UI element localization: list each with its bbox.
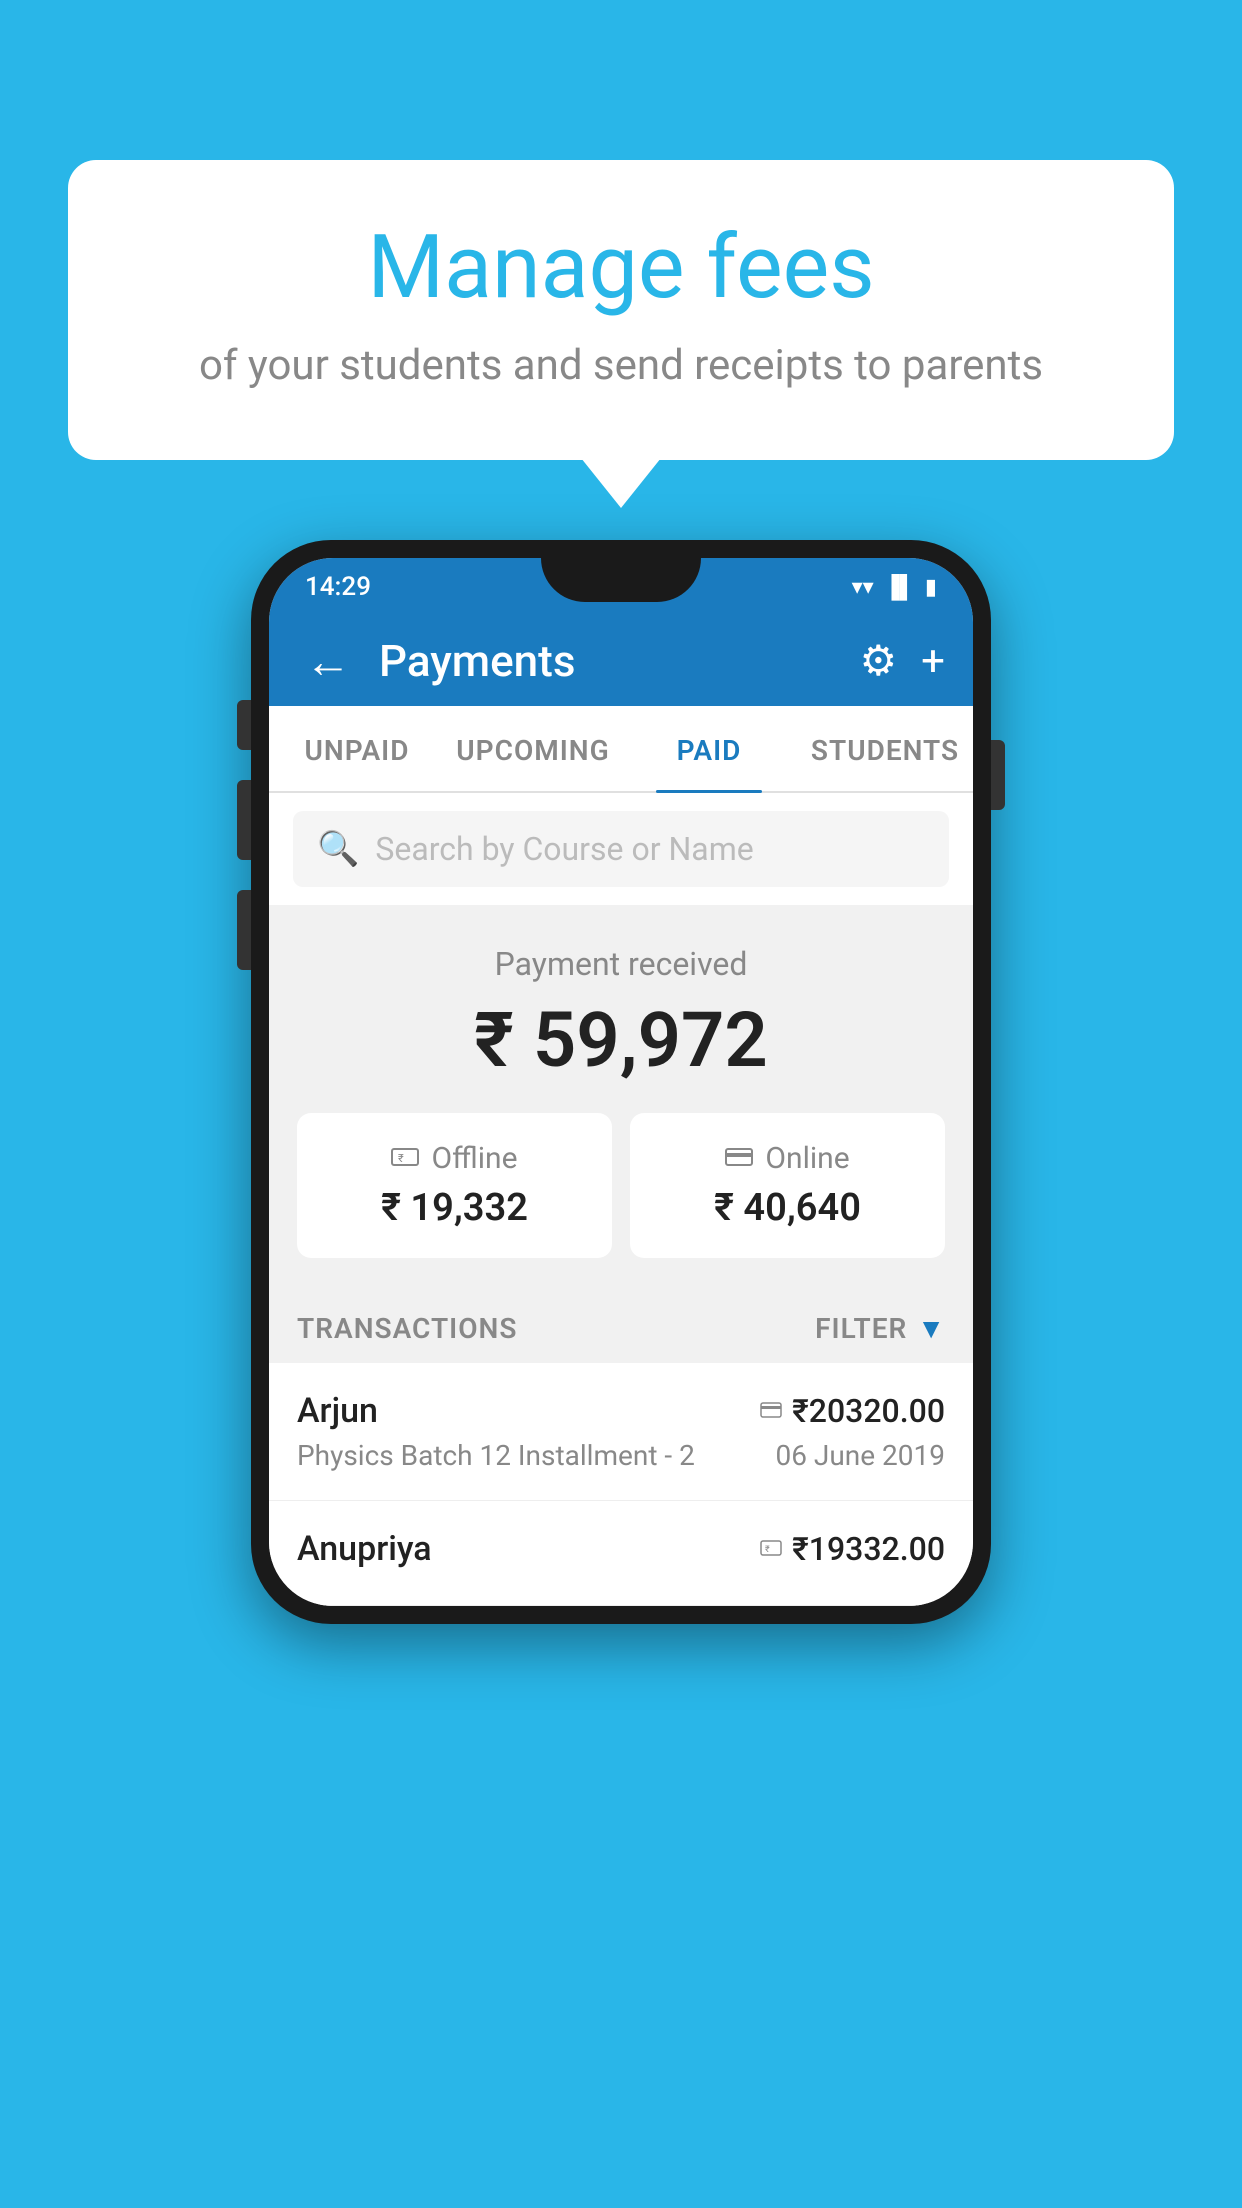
- notch: [541, 558, 701, 602]
- wifi-icon: ▾▾: [852, 575, 874, 600]
- tab-students[interactable]: STUDENTS: [797, 706, 973, 791]
- bubble-title: Manage fees: [118, 220, 1124, 317]
- online-amount: ₹ 40,640: [650, 1186, 925, 1230]
- phone-side-button-right: [991, 740, 1005, 810]
- offline-card-header: ₹ Offline: [317, 1141, 592, 1176]
- header-title: Payments: [379, 635, 840, 687]
- transaction-row-anupriya[interactable]: Anupriya ₹ ₹19332.00: [269, 1501, 973, 1606]
- tabs: UNPAID UPCOMING PAID STUDENTS: [269, 706, 973, 793]
- search-input[interactable]: Search by Course or Name: [375, 830, 753, 868]
- payment-cards: ₹ Offline ₹ 19,332: [297, 1113, 945, 1258]
- transactions-label: TRANSACTIONS: [297, 1312, 517, 1345]
- status-icons: ▾▾ ▐▌ ▮: [852, 574, 937, 600]
- transaction-payment-icon-arjun: [760, 1396, 782, 1426]
- phone-side-button-left-2: [237, 780, 251, 860]
- transaction-amount-row-anupriya: ₹ ₹19332.00: [760, 1530, 945, 1568]
- back-button[interactable]: ←: [297, 626, 359, 697]
- filter-icon: ▼: [917, 1312, 945, 1345]
- phone-side-button-left-3: [237, 890, 251, 970]
- search-icon: 🔍: [317, 829, 359, 869]
- transaction-amount-row-arjun: ₹20320.00: [760, 1392, 945, 1430]
- offline-type: Offline: [431, 1141, 517, 1176]
- transaction-top-anupriya: Anupriya ₹ ₹19332.00: [297, 1529, 945, 1569]
- transaction-date-arjun: 06 June 2019: [775, 1439, 945, 1472]
- phone-outer: 14:29 ▾▾ ▐▌ ▮ ← Payments ⚙ +: [251, 540, 991, 1624]
- transaction-detail-arjun: Physics Batch 12 Installment - 2: [297, 1439, 695, 1472]
- transaction-name-anupriya: Anupriya: [297, 1529, 432, 1569]
- tab-unpaid[interactable]: UNPAID: [269, 706, 445, 791]
- svg-text:₹: ₹: [765, 1545, 770, 1555]
- payment-label: Payment received: [297, 945, 945, 983]
- filter-label: FILTER: [815, 1312, 907, 1345]
- bubble-subtitle: of your students and send receipts to pa…: [118, 341, 1124, 390]
- payment-summary: Payment received ₹ 59,972 ₹: [269, 905, 973, 1288]
- transaction-top-arjun: Arjun ₹20320.00: [297, 1391, 945, 1431]
- transaction-name-arjun: Arjun: [297, 1391, 378, 1431]
- status-bar: 14:29 ▾▾ ▐▌ ▮: [269, 558, 973, 616]
- transaction-list: Arjun ₹20320.00 Physics: [269, 1363, 973, 1606]
- add-icon[interactable]: +: [921, 637, 945, 686]
- status-time: 14:29: [305, 572, 371, 602]
- settings-icon[interactable]: ⚙: [860, 636, 898, 686]
- online-card: Online ₹ 40,640: [630, 1113, 945, 1258]
- online-card-header: Online: [650, 1141, 925, 1176]
- phone-side-button-left-1: [237, 700, 251, 750]
- search-bar[interactable]: 🔍 Search by Course or Name: [293, 811, 949, 887]
- svg-text:₹: ₹: [398, 1152, 404, 1165]
- phone-mockup: 14:29 ▾▾ ▐▌ ▮ ← Payments ⚙ +: [251, 540, 991, 1624]
- offline-card: ₹ Offline ₹ 19,332: [297, 1113, 612, 1258]
- search-container: 🔍 Search by Course or Name: [269, 793, 973, 905]
- tab-paid[interactable]: PAID: [621, 706, 797, 791]
- transaction-bottom-arjun: Physics Batch 12 Installment - 2 06 June…: [297, 1439, 945, 1472]
- online-type: Online: [765, 1141, 849, 1176]
- transaction-amount-arjun: ₹20320.00: [792, 1392, 945, 1430]
- transactions-header: TRANSACTIONS FILTER ▼: [269, 1288, 973, 1363]
- battery-icon: ▮: [925, 575, 937, 600]
- signal-icon: ▐▌: [884, 574, 915, 600]
- transaction-payment-icon-anupriya: ₹: [760, 1534, 782, 1564]
- speech-bubble: Manage fees of your students and send re…: [68, 160, 1174, 460]
- app-header: ← Payments ⚙ +: [269, 616, 973, 706]
- payment-amount: ₹ 59,972: [297, 995, 945, 1085]
- offline-icon: ₹: [391, 1141, 419, 1176]
- offline-amount: ₹ 19,332: [317, 1186, 592, 1230]
- tab-upcoming[interactable]: UPCOMING: [445, 706, 621, 791]
- transaction-row[interactable]: Arjun ₹20320.00 Physics: [269, 1363, 973, 1501]
- header-actions: ⚙ +: [860, 636, 946, 686]
- speech-bubble-container: Manage fees of your students and send re…: [68, 160, 1174, 460]
- phone-screen: 14:29 ▾▾ ▐▌ ▮ ← Payments ⚙ +: [269, 558, 973, 1606]
- filter-row[interactable]: FILTER ▼: [815, 1312, 945, 1345]
- online-icon: [725, 1141, 753, 1176]
- transaction-amount-anupriya: ₹19332.00: [792, 1530, 945, 1568]
